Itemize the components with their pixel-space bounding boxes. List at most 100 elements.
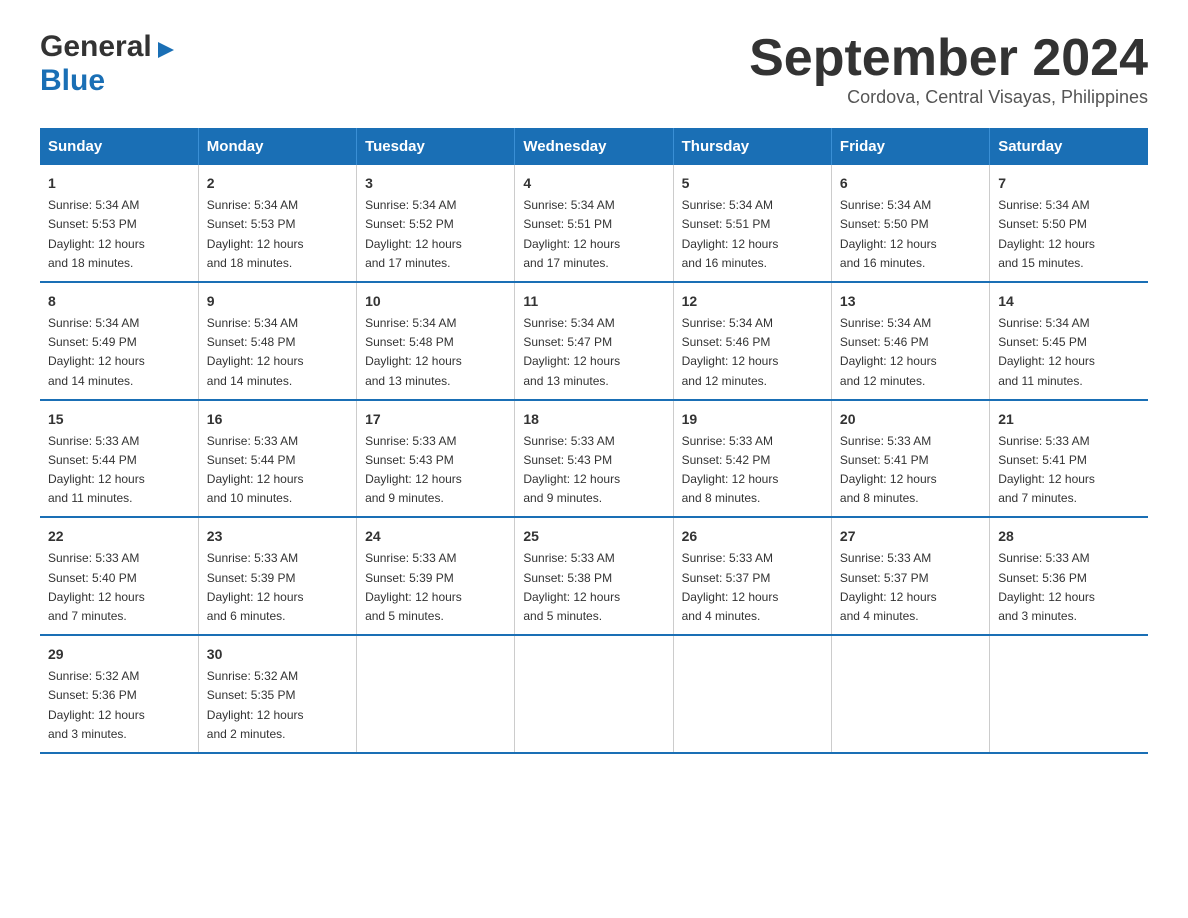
day-number: 19: [682, 409, 823, 430]
day-info: Sunrise: 5:34 AMSunset: 5:51 PMDaylight:…: [682, 196, 823, 273]
calendar-cell: 26Sunrise: 5:33 AMSunset: 5:37 PMDayligh…: [673, 517, 831, 635]
day-number: 12: [682, 291, 823, 312]
day-info: Sunrise: 5:34 AMSunset: 5:53 PMDaylight:…: [48, 196, 190, 273]
day-info: Sunrise: 5:33 AMSunset: 5:36 PMDaylight:…: [998, 549, 1140, 626]
day-number: 30: [207, 644, 348, 665]
calendar-cell: 7Sunrise: 5:34 AMSunset: 5:50 PMDaylight…: [990, 165, 1148, 282]
calendar-cell: 18Sunrise: 5:33 AMSunset: 5:43 PMDayligh…: [515, 400, 673, 518]
day-number: 7: [998, 173, 1140, 194]
day-number: 4: [523, 173, 664, 194]
calendar-cell: 1Sunrise: 5:34 AMSunset: 5:53 PMDaylight…: [40, 165, 198, 282]
calendar-cell: 27Sunrise: 5:33 AMSunset: 5:37 PMDayligh…: [831, 517, 989, 635]
calendar-cell: 30Sunrise: 5:32 AMSunset: 5:35 PMDayligh…: [198, 635, 356, 753]
calendar-week-1: 1Sunrise: 5:34 AMSunset: 5:53 PMDaylight…: [40, 165, 1148, 282]
calendar-cell: 5Sunrise: 5:34 AMSunset: 5:51 PMDaylight…: [673, 165, 831, 282]
calendar-cell: 16Sunrise: 5:33 AMSunset: 5:44 PMDayligh…: [198, 400, 356, 518]
calendar-cell: 24Sunrise: 5:33 AMSunset: 5:39 PMDayligh…: [357, 517, 515, 635]
day-info: Sunrise: 5:32 AMSunset: 5:35 PMDaylight:…: [207, 667, 348, 744]
col-header-saturday: Saturday: [990, 128, 1148, 165]
calendar-cell: 6Sunrise: 5:34 AMSunset: 5:50 PMDaylight…: [831, 165, 989, 282]
day-number: 23: [207, 526, 348, 547]
col-header-tuesday: Tuesday: [357, 128, 515, 165]
day-number: 17: [365, 409, 506, 430]
day-info: Sunrise: 5:33 AMSunset: 5:37 PMDaylight:…: [840, 549, 981, 626]
col-header-monday: Monday: [198, 128, 356, 165]
calendar-cell: 12Sunrise: 5:34 AMSunset: 5:46 PMDayligh…: [673, 282, 831, 400]
day-number: 5: [682, 173, 823, 194]
calendar-week-5: 29Sunrise: 5:32 AMSunset: 5:36 PMDayligh…: [40, 635, 1148, 753]
day-number: 8: [48, 291, 190, 312]
day-number: 28: [998, 526, 1140, 547]
calendar-table: SundayMondayTuesdayWednesdayThursdayFrid…: [40, 128, 1148, 754]
day-info: Sunrise: 5:33 AMSunset: 5:40 PMDaylight:…: [48, 549, 190, 626]
day-info: Sunrise: 5:34 AMSunset: 5:53 PMDaylight:…: [207, 196, 348, 273]
day-info: Sunrise: 5:34 AMSunset: 5:48 PMDaylight:…: [365, 314, 506, 391]
logo-blue-text: Blue: [40, 64, 105, 97]
col-header-friday: Friday: [831, 128, 989, 165]
calendar-cell: 3Sunrise: 5:34 AMSunset: 5:52 PMDaylight…: [357, 165, 515, 282]
page-header: General Blue September 2024 Cordova, Cen…: [40, 30, 1148, 108]
logo: General Blue: [40, 30, 176, 98]
logo-triangle-icon: [154, 38, 176, 60]
day-info: Sunrise: 5:33 AMSunset: 5:41 PMDaylight:…: [998, 432, 1140, 509]
calendar-cell: 28Sunrise: 5:33 AMSunset: 5:36 PMDayligh…: [990, 517, 1148, 635]
calendar-week-3: 15Sunrise: 5:33 AMSunset: 5:44 PMDayligh…: [40, 400, 1148, 518]
day-info: Sunrise: 5:34 AMSunset: 5:47 PMDaylight:…: [523, 314, 664, 391]
calendar-cell: 22Sunrise: 5:33 AMSunset: 5:40 PMDayligh…: [40, 517, 198, 635]
day-number: 26: [682, 526, 823, 547]
day-info: Sunrise: 5:33 AMSunset: 5:44 PMDaylight:…: [48, 432, 190, 509]
calendar-cell: 15Sunrise: 5:33 AMSunset: 5:44 PMDayligh…: [40, 400, 198, 518]
calendar-cell: 9Sunrise: 5:34 AMSunset: 5:48 PMDaylight…: [198, 282, 356, 400]
logo-general-text: General: [40, 30, 152, 64]
day-number: 10: [365, 291, 506, 312]
day-info: Sunrise: 5:33 AMSunset: 5:39 PMDaylight:…: [207, 549, 348, 626]
calendar-cell: 13Sunrise: 5:34 AMSunset: 5:46 PMDayligh…: [831, 282, 989, 400]
day-info: Sunrise: 5:33 AMSunset: 5:38 PMDaylight:…: [523, 549, 664, 626]
day-number: 24: [365, 526, 506, 547]
day-info: Sunrise: 5:33 AMSunset: 5:37 PMDaylight:…: [682, 549, 823, 626]
day-number: 9: [207, 291, 348, 312]
day-number: 25: [523, 526, 664, 547]
day-number: 1: [48, 173, 190, 194]
day-number: 16: [207, 409, 348, 430]
day-number: 21: [998, 409, 1140, 430]
day-number: 15: [48, 409, 190, 430]
col-header-wednesday: Wednesday: [515, 128, 673, 165]
day-number: 14: [998, 291, 1140, 312]
calendar-cell: 29Sunrise: 5:32 AMSunset: 5:36 PMDayligh…: [40, 635, 198, 753]
day-number: 2: [207, 173, 348, 194]
calendar-cell: [357, 635, 515, 753]
calendar-cell: [831, 635, 989, 753]
day-info: Sunrise: 5:32 AMSunset: 5:36 PMDaylight:…: [48, 667, 190, 744]
month-title: September 2024: [749, 30, 1148, 87]
calendar-week-2: 8Sunrise: 5:34 AMSunset: 5:49 PMDaylight…: [40, 282, 1148, 400]
col-header-sunday: Sunday: [40, 128, 198, 165]
calendar-cell: 14Sunrise: 5:34 AMSunset: 5:45 PMDayligh…: [990, 282, 1148, 400]
calendar-cell: 20Sunrise: 5:33 AMSunset: 5:41 PMDayligh…: [831, 400, 989, 518]
calendar-cell: 11Sunrise: 5:34 AMSunset: 5:47 PMDayligh…: [515, 282, 673, 400]
day-info: Sunrise: 5:34 AMSunset: 5:50 PMDaylight:…: [998, 196, 1140, 273]
day-number: 13: [840, 291, 981, 312]
day-info: Sunrise: 5:34 AMSunset: 5:50 PMDaylight:…: [840, 196, 981, 273]
day-info: Sunrise: 5:34 AMSunset: 5:46 PMDaylight:…: [682, 314, 823, 391]
day-number: 18: [523, 409, 664, 430]
day-info: Sunrise: 5:34 AMSunset: 5:52 PMDaylight:…: [365, 196, 506, 273]
calendar-header: SundayMondayTuesdayWednesdayThursdayFrid…: [40, 128, 1148, 165]
calendar-cell: [673, 635, 831, 753]
calendar-cell: 2Sunrise: 5:34 AMSunset: 5:53 PMDaylight…: [198, 165, 356, 282]
calendar-cell: 10Sunrise: 5:34 AMSunset: 5:48 PMDayligh…: [357, 282, 515, 400]
day-info: Sunrise: 5:33 AMSunset: 5:41 PMDaylight:…: [840, 432, 981, 509]
day-number: 27: [840, 526, 981, 547]
day-info: Sunrise: 5:34 AMSunset: 5:51 PMDaylight:…: [523, 196, 664, 273]
calendar-cell: [990, 635, 1148, 753]
day-info: Sunrise: 5:33 AMSunset: 5:42 PMDaylight:…: [682, 432, 823, 509]
calendar-cell: 8Sunrise: 5:34 AMSunset: 5:49 PMDaylight…: [40, 282, 198, 400]
day-info: Sunrise: 5:34 AMSunset: 5:49 PMDaylight:…: [48, 314, 190, 391]
day-info: Sunrise: 5:34 AMSunset: 5:45 PMDaylight:…: [998, 314, 1140, 391]
calendar-body: 1Sunrise: 5:34 AMSunset: 5:53 PMDaylight…: [40, 165, 1148, 753]
day-number: 11: [523, 291, 664, 312]
calendar-cell: [515, 635, 673, 753]
day-info: Sunrise: 5:33 AMSunset: 5:44 PMDaylight:…: [207, 432, 348, 509]
calendar-cell: 19Sunrise: 5:33 AMSunset: 5:42 PMDayligh…: [673, 400, 831, 518]
col-header-thursday: Thursday: [673, 128, 831, 165]
